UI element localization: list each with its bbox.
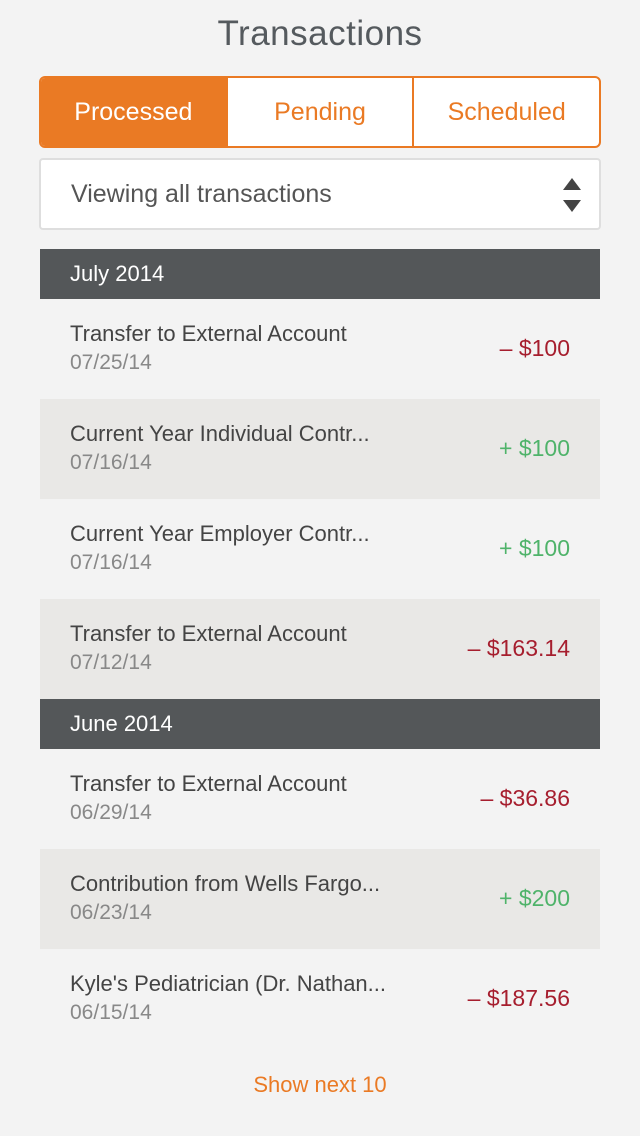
transaction-description: Transfer to External Account [70, 321, 347, 346]
transaction-date: 06/23/14 [70, 901, 152, 924]
show-next-10-link[interactable]: Show next 10 [0, 1072, 640, 1098]
filter-selected-value: Viewing all transactions [71, 179, 332, 208]
transaction-amount: + $200 [499, 885, 570, 911]
transaction-row[interactable]: Transfer to External Account 07/25/14 – … [40, 299, 600, 399]
section-header-july-2014: July 2014 [40, 249, 600, 299]
tab-processed[interactable]: Processed [41, 78, 226, 146]
transaction-date: 06/15/14 [70, 1001, 152, 1024]
transaction-row[interactable]: Current Year Employer Contr... 07/16/14 … [40, 499, 600, 599]
transaction-description: Transfer to External Account [70, 621, 347, 646]
transaction-amount: – $187.56 [467, 985, 570, 1011]
transaction-description: Kyle's Pediatrician (Dr. Nathan... [70, 971, 387, 996]
transaction-description: Current Year Individual Contr... [70, 421, 370, 446]
transaction-date: 07/25/14 [70, 351, 152, 374]
transaction-description: Transfer to External Account [70, 771, 347, 796]
transaction-row[interactable]: Transfer to External Account 07/12/14 – … [40, 599, 600, 699]
transaction-amount: + $100 [499, 535, 570, 561]
transaction-date: 07/16/14 [70, 451, 152, 474]
transaction-tabs: Processed Pending Scheduled [39, 76, 601, 148]
transaction-amount: – $163.14 [467, 635, 570, 661]
transaction-row[interactable]: Current Year Individual Contr... 07/16/1… [40, 399, 600, 499]
transaction-row[interactable]: Kyle's Pediatrician (Dr. Nathan... 06/15… [40, 949, 600, 1049]
transaction-date: 06/29/14 [70, 801, 152, 824]
transaction-description: Current Year Employer Contr... [70, 521, 370, 546]
transaction-date: 07/12/14 [70, 651, 152, 674]
up-down-arrows-icon [563, 178, 581, 212]
transaction-amount: + $100 [499, 435, 570, 461]
transaction-date: 07/16/14 [70, 551, 152, 574]
tab-scheduled[interactable]: Scheduled [412, 78, 599, 146]
transaction-filter-select[interactable]: Viewing all transactions [39, 158, 601, 230]
tab-pending[interactable]: Pending [225, 78, 413, 146]
transaction-row[interactable]: Contribution from Wells Fargo... 06/23/1… [40, 849, 600, 949]
transaction-amount: – $36.86 [480, 785, 570, 811]
transaction-row[interactable]: Transfer to External Account 06/29/14 – … [40, 749, 600, 849]
transaction-amount: – $100 [499, 335, 570, 361]
section-header-june-2014: June 2014 [40, 699, 600, 749]
page-title: Transactions [217, 14, 423, 53]
transaction-description: Contribution from Wells Fargo... [70, 871, 381, 896]
